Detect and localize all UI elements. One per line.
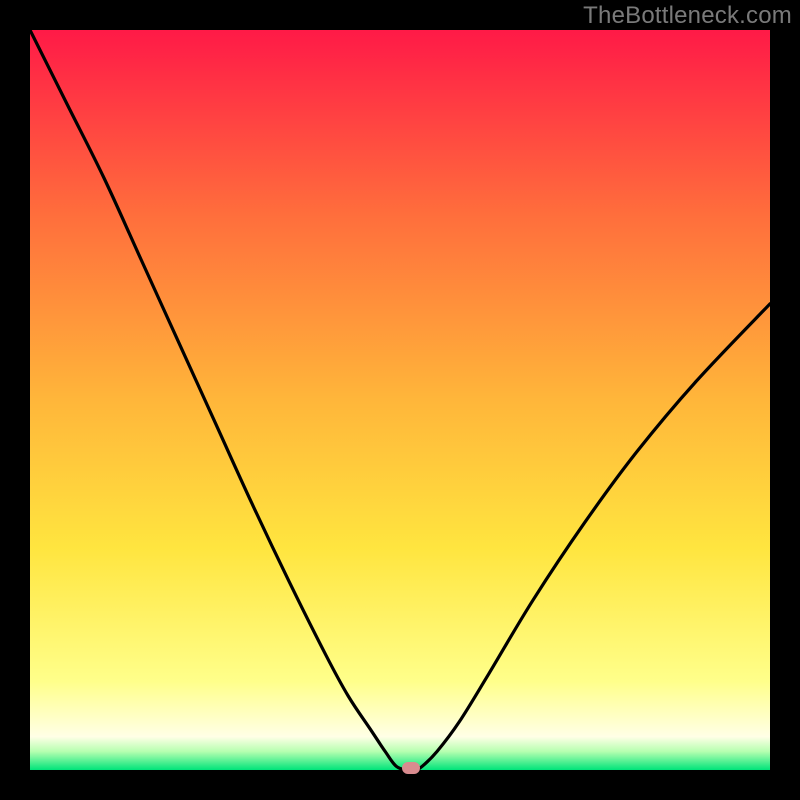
watermark-text: TheBottleneck.com xyxy=(583,2,792,30)
chart-background xyxy=(30,30,770,770)
bottleneck-chart xyxy=(30,30,770,770)
chart-frame: TheBottleneck.com xyxy=(0,0,800,800)
optimum-marker xyxy=(402,762,420,774)
